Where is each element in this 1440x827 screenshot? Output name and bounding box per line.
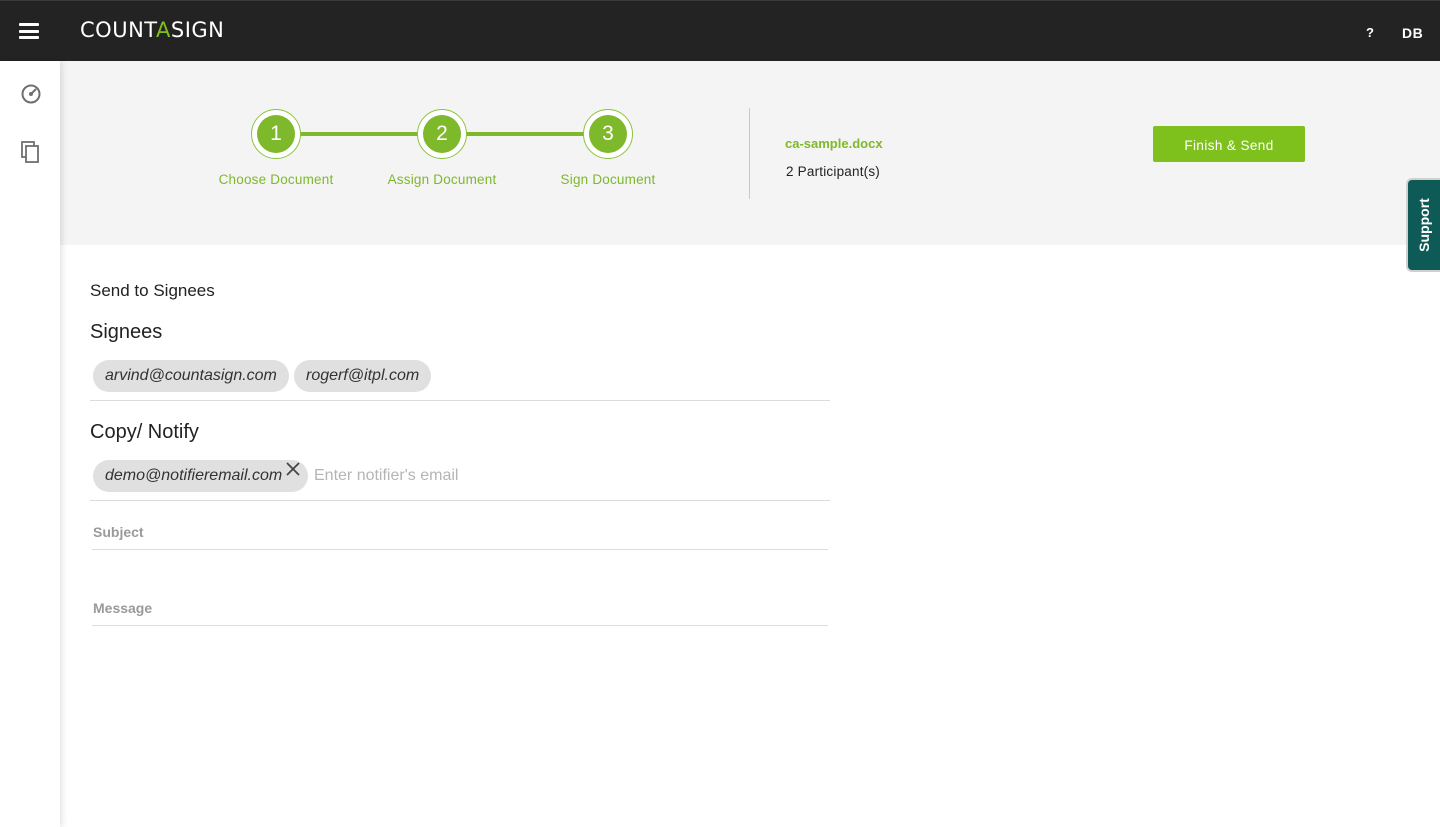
notifier-chip[interactable]: demo@notifieremail.com	[93, 458, 309, 492]
step-3-circle[interactable]: 3	[583, 109, 633, 159]
step-3-number: 3	[589, 115, 627, 153]
message-underline	[92, 625, 828, 626]
logo-suffix: SIGN	[170, 18, 225, 42]
step-2-circle[interactable]: 2	[417, 109, 467, 159]
left-sidebar	[0, 61, 60, 827]
section-title: Send to Signees	[90, 281, 215, 300]
step-2-label: Assign Document	[387, 172, 497, 187]
subject-underline	[92, 549, 828, 550]
step-connector-2	[466, 132, 584, 136]
user-avatar[interactable]: DB	[1402, 25, 1423, 41]
top-bar: COUNTASIGN ? DB	[0, 0, 1440, 61]
support-tab[interactable]: Support	[1406, 178, 1440, 272]
step-connector-1	[300, 132, 418, 136]
hamburger-menu-icon[interactable]	[19, 23, 39, 39]
app-logo[interactable]: COUNTASIGN	[80, 18, 224, 42]
documents-copy-icon[interactable]	[20, 140, 42, 163]
step-1-circle[interactable]: 1	[251, 109, 301, 159]
logo-prefix: COUNT	[80, 18, 156, 42]
copy-notify-label: Copy/ Notify	[90, 421, 199, 443]
message-input[interactable]	[92, 598, 828, 624]
help-button[interactable]: ?	[1366, 25, 1374, 40]
participant-count: 2 Participant(s)	[786, 164, 880, 179]
support-label: Support	[1416, 198, 1432, 252]
step-2-number: 2	[423, 115, 461, 153]
step-1-label: Choose Document	[218, 172, 334, 187]
signees-underline	[90, 400, 830, 401]
signees-label: Signees	[90, 321, 163, 343]
notifier-chip-email: demo@notifieremail.com	[105, 467, 283, 484]
subject-input[interactable]	[92, 522, 828, 548]
logo-accent: A	[155, 18, 171, 42]
remove-chip-close-icon[interactable]	[284, 458, 302, 490]
notify-underline	[90, 500, 830, 501]
finish-and-send-button[interactable]: Finish & Send	[1153, 126, 1305, 162]
dashboard-gauge-icon[interactable]	[20, 83, 42, 105]
step-1-number: 1	[257, 115, 295, 153]
signee-chip[interactable]: rogerf@itpl.com	[294, 360, 432, 392]
header-divider	[749, 108, 750, 199]
step-3-label: Sign Document	[560, 172, 656, 187]
notifier-email-input[interactable]	[314, 462, 814, 490]
document-name: ca-sample.docx	[785, 136, 883, 151]
signee-chip[interactable]: arvind@countasign.com	[93, 360, 289, 392]
